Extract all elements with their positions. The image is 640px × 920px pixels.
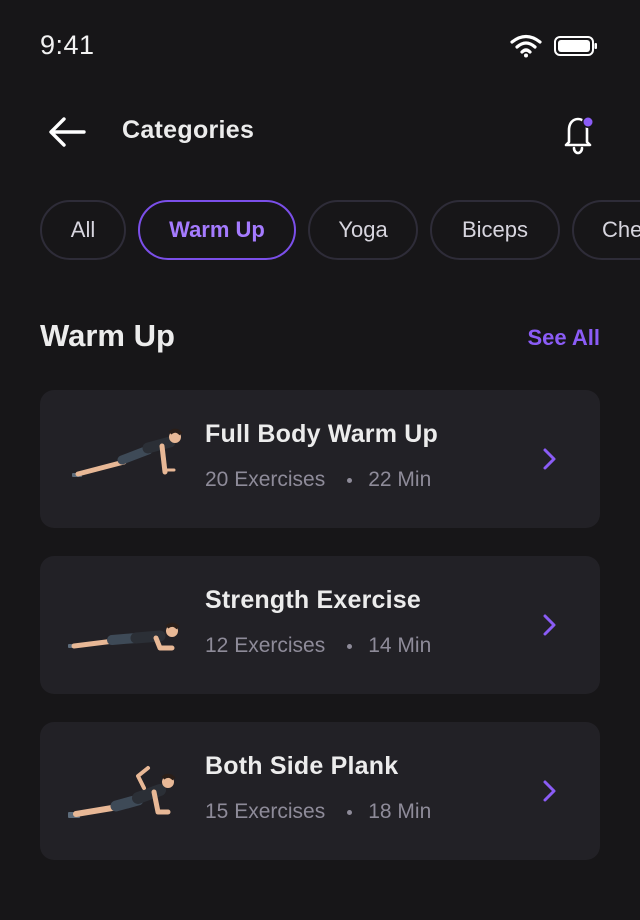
- side-plank-illustration: [68, 766, 176, 818]
- workout-card[interactable]: Full Body Warm Up 20 Exercises 22 Min: [40, 390, 600, 528]
- chevron-right-icon: [543, 780, 556, 802]
- page-title: Categories: [122, 116, 255, 144]
- section-title: Warm Up: [40, 318, 175, 353]
- duration: 14 Min: [368, 634, 432, 657]
- plank-illustration: [68, 622, 180, 651]
- duration: 22 Min: [368, 468, 432, 491]
- category-chips: All Warm Up Yoga Biceps Che: [0, 200, 640, 264]
- app-header: Categories: [0, 100, 640, 164]
- card-title: Both Side Plank: [205, 752, 399, 780]
- chip-biceps[interactable]: Biceps: [430, 200, 560, 260]
- workout-card[interactable]: Strength Exercise 12 Exercises 14 Min: [40, 556, 600, 694]
- separator-dot: [347, 809, 353, 815]
- exercise-count: 20 Exercises: [205, 468, 326, 491]
- notifications-button[interactable]: [558, 110, 600, 156]
- separator-dot: [347, 643, 353, 649]
- workout-card[interactable]: Both Side Plank 15 Exercises 18 Min: [40, 722, 600, 860]
- bell-icon: [564, 116, 594, 155]
- chip-chest[interactable]: Che: [572, 200, 640, 260]
- wifi-icon: [510, 34, 542, 58]
- chevron-right-icon: [543, 614, 556, 636]
- arrow-left-icon: [49, 117, 86, 147]
- exercise-count: 15 Exercises: [205, 800, 326, 823]
- chip-label: Yoga: [338, 217, 388, 242]
- card-title: Full Body Warm Up: [205, 420, 439, 448]
- battery-icon: [554, 36, 597, 56]
- separator-dot: [347, 477, 353, 483]
- chip-label: Biceps: [461, 217, 529, 242]
- chip-label: All: [70, 217, 96, 242]
- chip-label: Che: [602, 217, 640, 242]
- exercise-count: 12 Exercises: [205, 634, 326, 657]
- chip-all[interactable]: All: [40, 200, 126, 260]
- chip-yoga[interactable]: Yoga: [308, 200, 418, 260]
- status-bar: 9:41: [0, 0, 640, 90]
- back-button[interactable]: [44, 112, 88, 152]
- see-all-link[interactable]: See All: [527, 325, 600, 351]
- duration: 18 Min: [368, 800, 432, 823]
- chip-label: Warm Up: [169, 217, 265, 242]
- status-time: 9:41: [40, 30, 95, 60]
- card-title: Strength Exercise: [205, 586, 421, 614]
- card-meta: 15 Exercises 18 Min: [205, 800, 431, 824]
- card-meta: 20 Exercises 22 Min: [205, 468, 431, 492]
- card-meta: 12 Exercises 14 Min: [205, 634, 431, 658]
- chip-warm-up[interactable]: Warm Up: [138, 200, 296, 260]
- chevron-right-icon: [543, 448, 556, 470]
- pushup-illustration: [72, 428, 183, 477]
